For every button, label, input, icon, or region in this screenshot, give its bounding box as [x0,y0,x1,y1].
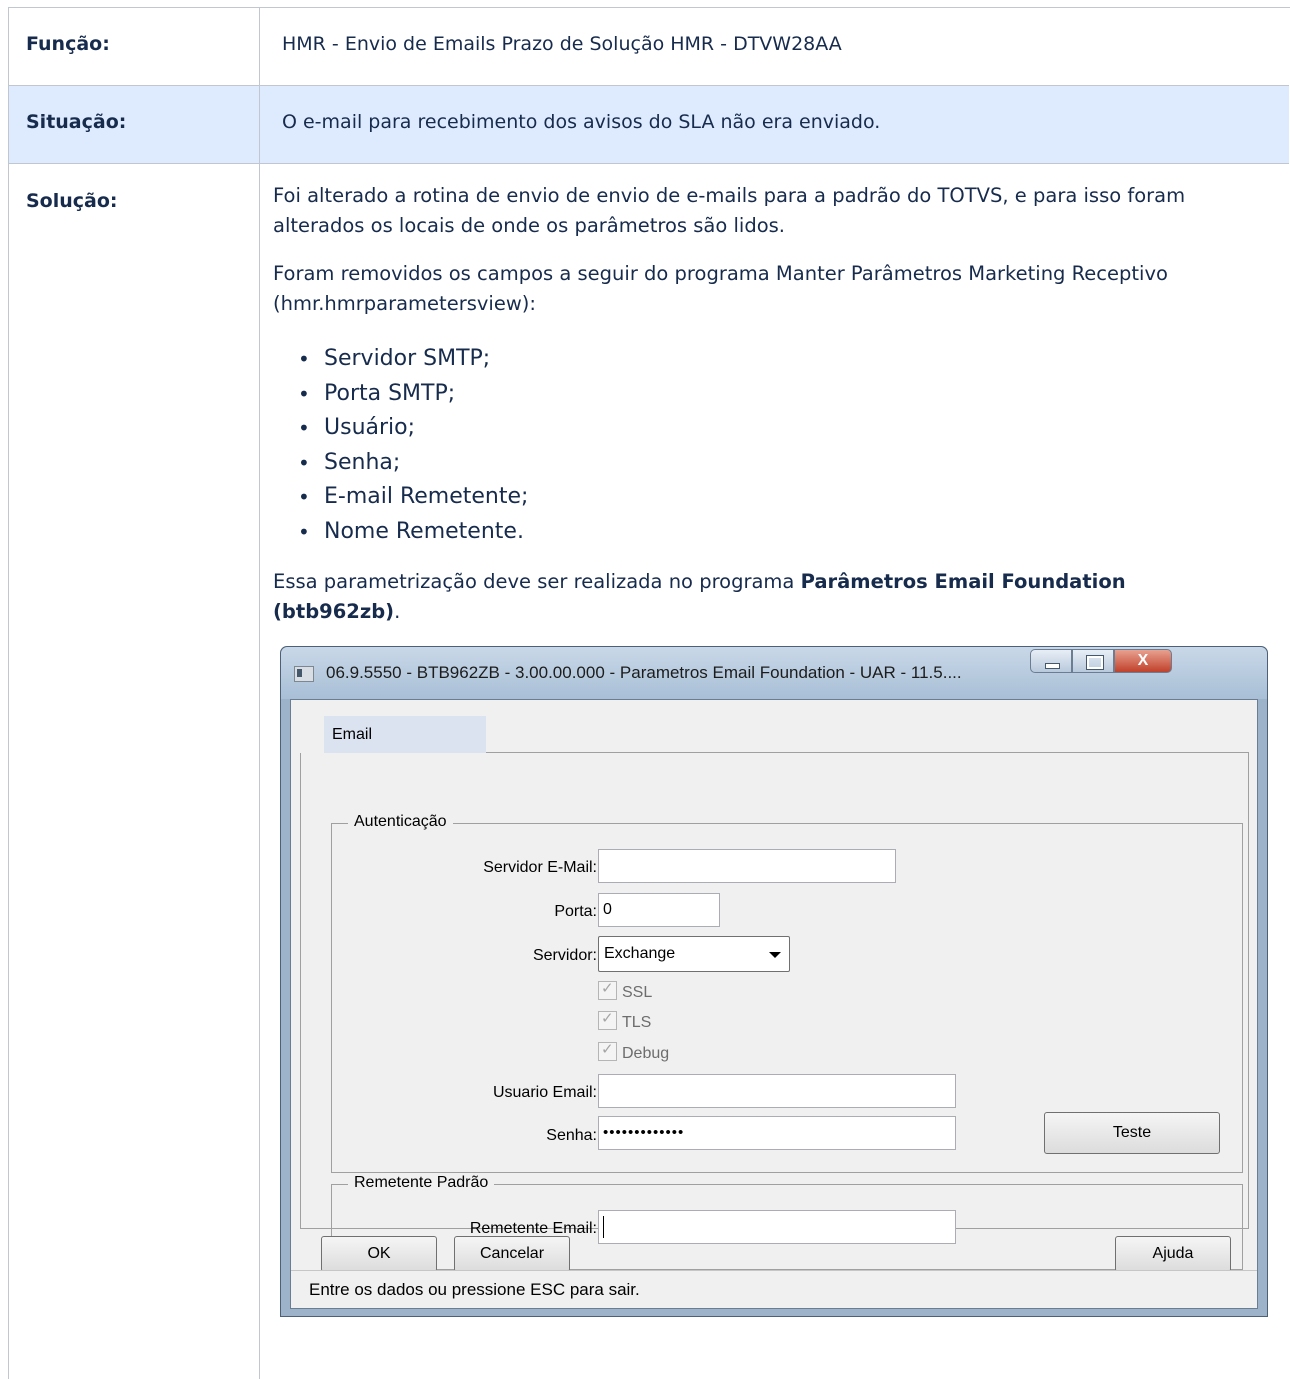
app-icon [294,666,314,682]
debug-checkbox[interactable]: Debug [598,1040,670,1063]
removed-fields-list: Servidor SMTP; Porta SMTP; Usuário; Senh… [298,342,528,550]
table-row: Função: HMR - Envio de Emails Prazo de S… [9,8,1289,86]
p3-suffix: . [394,600,401,623]
solution-paragraph-3: Essa parametrização deve ser realizada n… [273,567,1253,627]
checkbox-icon [598,979,617,1000]
window-client-area: Email Autenticação Servidor E-Mail: Port… [290,699,1258,1309]
list-item: E-mail Remetente; [298,480,528,515]
row-header: Função: [26,33,110,55]
porta-label: Porta: [554,903,597,920]
debug-label: Debug [622,1045,670,1062]
table-row: Situação: O e-mail para recebimento dos … [9,86,1289,164]
status-bar: Entre os dados ou pressione ESC para sai… [291,1270,1257,1308]
ok-button[interactable]: OK [321,1236,437,1272]
minimize-button[interactable] [1030,649,1072,673]
ajuda-button[interactable]: Ajuda [1115,1236,1231,1272]
porta-input[interactable]: 0 [598,893,720,927]
checkbox-icon [598,1040,617,1061]
list-item: Servidor SMTP; [298,342,528,377]
list-item: Porta SMTP; [298,377,528,412]
list-item: Usuário; [298,411,528,446]
text-caret [603,1215,604,1238]
servidor-select[interactable]: Exchange [598,936,790,972]
window-titlebar[interactable]: 06.9.5550 - BTB962ZB - 3.00.00.000 - Par… [281,647,1267,699]
tab-email[interactable]: Email [324,716,486,753]
usuario-email-label: Usuario Email: [492,1084,597,1101]
column-divider [259,8,260,1379]
servidor-email-input[interactable] [598,849,896,883]
maximize-button[interactable] [1072,649,1114,673]
solution-paragraph-2: Foram removidos os campos a seguir do pr… [273,262,1168,315]
tab-panel: Autenticação Servidor E-Mail: Porta: 0 S… [300,753,1249,1270]
list-item: Nome Remetente. [298,515,528,550]
row-header: Situação: [26,111,127,133]
group-title: Remetente Padrão [348,1174,495,1192]
minimize-icon [1045,663,1060,669]
row-value: O e-mail para recebimento dos avisos do … [282,111,881,133]
group-title: Autenticação [348,813,453,831]
servidor-label: Servidor: [532,947,597,964]
window-title: 06.9.5550 - BTB962ZB - 3.00.00.000 - Par… [326,663,962,682]
p3-prefix: Essa parametrização deve ser realizada n… [273,570,801,593]
list-item: Senha; [298,446,528,481]
solution-paragraph-1: Foi alterado a rotina de envio de envio … [273,184,1186,237]
maximize-icon [1086,655,1104,670]
parameters-window: 06.9.5550 - BTB962ZB - 3.00.00.000 - Par… [280,646,1268,1317]
close-button[interactable]: X [1114,649,1172,673]
row-value: HMR - Envio de Emails Prazo de Solução H… [282,33,842,55]
group-autenticacao: Autenticação Servidor E-Mail: Porta: 0 S… [331,813,1243,1173]
row-header: Solução: [26,190,118,212]
servidor-selected: Exchange [604,945,676,962]
tls-label: TLS [622,1014,652,1031]
servidor-email-label: Servidor E-Mail: [483,859,597,876]
tls-checkbox[interactable]: TLS [598,1009,652,1032]
ssl-checkbox[interactable]: SSL [598,979,653,1002]
checkbox-icon [598,1009,617,1030]
close-icon: X [1137,652,1149,669]
teste-button[interactable]: Teste [1044,1112,1220,1154]
remetente-email-input[interactable] [598,1210,956,1244]
senha-input[interactable]: ••••••••••••• [598,1116,956,1150]
cancelar-button[interactable]: Cancelar [454,1236,570,1272]
chevron-down-icon [769,952,781,958]
ssl-label: SSL [622,984,653,1001]
senha-label: Senha: [546,1127,597,1144]
usuario-email-input[interactable] [598,1074,956,1108]
